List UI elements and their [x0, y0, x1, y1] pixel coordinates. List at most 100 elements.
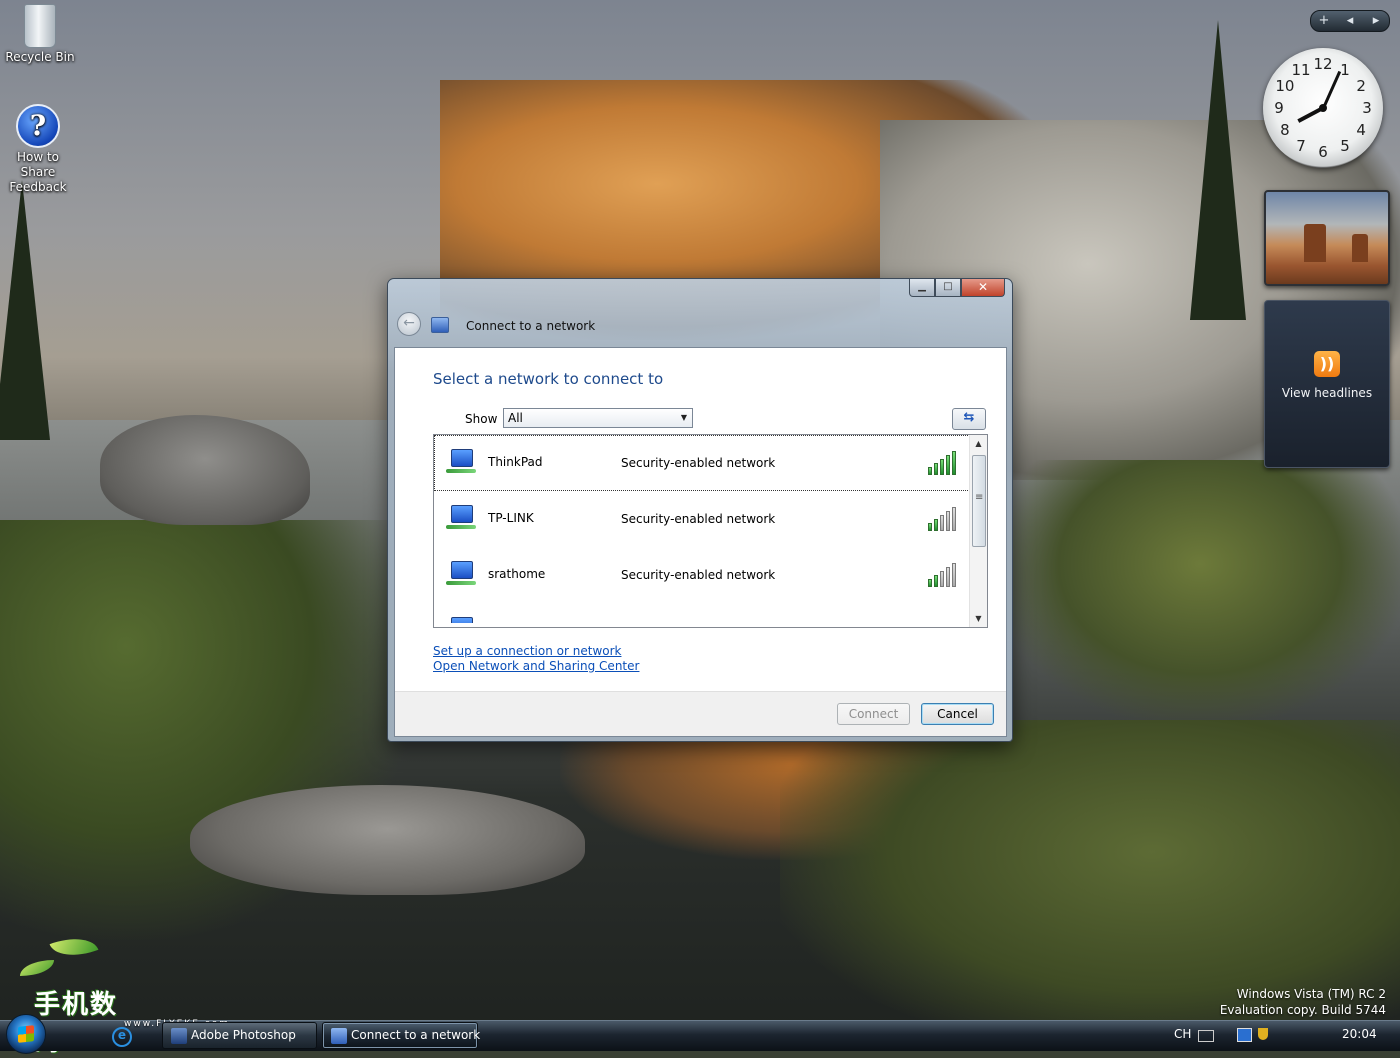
chevron-down-icon: ▼ [680, 413, 688, 422]
signal-bar [946, 567, 950, 587]
start-button[interactable] [6, 1014, 46, 1054]
signal-bar [928, 523, 932, 531]
keyboard-icon[interactable] [1198, 1030, 1214, 1042]
show-filter-dropdown[interactable]: All ▼ [503, 408, 693, 428]
clock-numeral: 3 [1362, 99, 1372, 117]
network-list-item[interactable]: ThinkPad Security-enabled network [434, 435, 970, 491]
clock-center-pin [1319, 104, 1327, 112]
system-tray: CH 20:04 [1165, 1020, 1400, 1050]
share-feedback-label-line1: How to Share [16, 150, 60, 179]
signal-bar [940, 515, 944, 531]
scroll-up-icon[interactable]: ▲ [970, 435, 987, 452]
signal-bar [952, 563, 956, 587]
clock-numeral: 8 [1280, 121, 1290, 139]
network-list-item-partial[interactable] [434, 603, 970, 623]
recycle-bin-icon [24, 4, 56, 48]
rss-icon: )) [1314, 351, 1340, 377]
wallpaper-tree [1190, 20, 1246, 320]
recycle-bin-label: Recycle Bin [5, 50, 75, 64]
taskbar-button-connect-network[interactable]: Connect to a network [322, 1022, 481, 1049]
vista-version-watermark: Windows Vista (TM) RC 2 [1236, 987, 1386, 1001]
window-title: Connect to a network [466, 319, 596, 333]
language-indicator[interactable]: CH [1174, 1027, 1191, 1041]
feed-headlines-gadget[interactable]: )) View headlines [1264, 300, 1390, 468]
photoshop-icon [171, 1028, 187, 1044]
connect-to-network-window: ▁ □ ✕ ← Connect to a network Select a ne… [387, 278, 1013, 742]
refresh-icon: ⇆ [963, 410, 975, 425]
network-name: TP-LINK [488, 511, 534, 525]
clock-gadget[interactable]: 12 1 2 3 4 5 6 7 8 9 10 11 [1263, 48, 1383, 168]
slideshow-gadget[interactable] [1264, 190, 1390, 286]
scroll-down-icon[interactable]: ▼ [970, 610, 987, 627]
wallpaper-meadow-mid [1000, 460, 1400, 720]
help-icon: ? [16, 104, 60, 148]
view-headlines-label: View headlines [1281, 386, 1373, 400]
clock-time[interactable]: 20:04 [1342, 1027, 1377, 1041]
scroll-thumb[interactable] [972, 455, 986, 547]
logo-leaf [20, 960, 54, 976]
network-list-item[interactable]: srathome Security-enabled network [434, 547, 970, 603]
wallpaper-boulder [190, 785, 585, 895]
network-list-item[interactable]: TP-LINK Security-enabled network [434, 491, 970, 547]
previous-gadget-page-button[interactable]: ◂ [1337, 11, 1363, 31]
wireless-network-icon [446, 561, 476, 589]
window-controls: ▁ □ ✕ [909, 279, 1005, 297]
clock-numeral: 7 [1296, 137, 1306, 156]
refresh-button[interactable]: ⇆ [952, 408, 986, 430]
recycle-bin-shortcut[interactable]: Recycle Bin [0, 4, 80, 65]
vista-evaluation-watermark: Evaluation copy. Build 5744 [1219, 1003, 1386, 1017]
security-shield-icon[interactable] [1258, 1028, 1268, 1040]
show-filter-value: All [508, 411, 523, 425]
signal-bar [946, 455, 950, 475]
signal-bar [946, 511, 950, 531]
close-button[interactable]: ✕ [961, 279, 1005, 297]
add-gadget-button[interactable]: + [1311, 11, 1337, 31]
page-heading: Select a network to connect to [433, 370, 664, 388]
network-list-scrollbar[interactable]: ▲ ▼ [969, 435, 987, 627]
back-arrow-icon[interactable]: ← [397, 312, 421, 336]
cancel-button[interactable]: Cancel [921, 703, 994, 725]
network-sharing-center-link[interactable]: Open Network and Sharing Center [433, 659, 639, 673]
slideshow-butte [1352, 234, 1368, 262]
taskbar-label: Adobe Photoshop [191, 1028, 296, 1042]
share-feedback-shortcut[interactable]: ? How to Share Feedback [0, 104, 78, 195]
clock-numeral: 12 [1313, 55, 1333, 73]
clock-numeral: 11 [1291, 60, 1311, 79]
connect-button[interactable]: Connect [837, 703, 910, 725]
minimize-button[interactable]: ▁ [909, 279, 935, 297]
logo-leaf [49, 929, 99, 965]
taskbar-label: Connect to a network [351, 1028, 481, 1042]
network-name: srathome [488, 567, 546, 581]
signal-bar [952, 507, 956, 531]
maximize-button[interactable]: □ [935, 279, 961, 297]
signal-bar [934, 463, 938, 475]
next-gadget-page-button[interactable]: ▸ [1363, 11, 1389, 31]
signal-bar [940, 571, 944, 587]
show-filter-label: Show [465, 412, 498, 426]
internet-explorer-icon[interactable]: e [112, 1027, 132, 1047]
network-security: Security-enabled network [621, 512, 776, 526]
signal-strength-icon [928, 451, 958, 475]
clock-numeral: 5 [1340, 137, 1350, 156]
signal-strength-icon [928, 507, 958, 531]
taskbar-button-photoshop[interactable]: Adobe Photoshop [162, 1022, 317, 1049]
wireless-network-icon [446, 505, 476, 533]
signal-bar [934, 519, 938, 531]
network-list: ThinkPad Security-enabled network TP-LINK S… [433, 434, 988, 628]
share-feedback-label-line2: Feedback [9, 180, 67, 194]
network-icon [331, 1028, 347, 1044]
signal-bar [934, 575, 938, 587]
clock-numeral: 2 [1356, 77, 1366, 95]
signal-bar [928, 467, 932, 475]
network-security: Security-enabled network [621, 456, 776, 470]
setup-connection-link[interactable]: Set up a connection or network [433, 644, 621, 658]
wallpaper-tree [0, 180, 50, 440]
wireless-network-icon [446, 449, 476, 477]
clock-numeral: 9 [1274, 99, 1284, 117]
wireless-network-icon [446, 617, 476, 623]
network-name: ThinkPad [488, 455, 543, 469]
network-tray-icon[interactable] [1237, 1028, 1252, 1042]
dialog-footer: Connect Cancel [395, 691, 1006, 736]
signal-bar [928, 579, 932, 587]
clock-minute-hand [1321, 70, 1341, 109]
